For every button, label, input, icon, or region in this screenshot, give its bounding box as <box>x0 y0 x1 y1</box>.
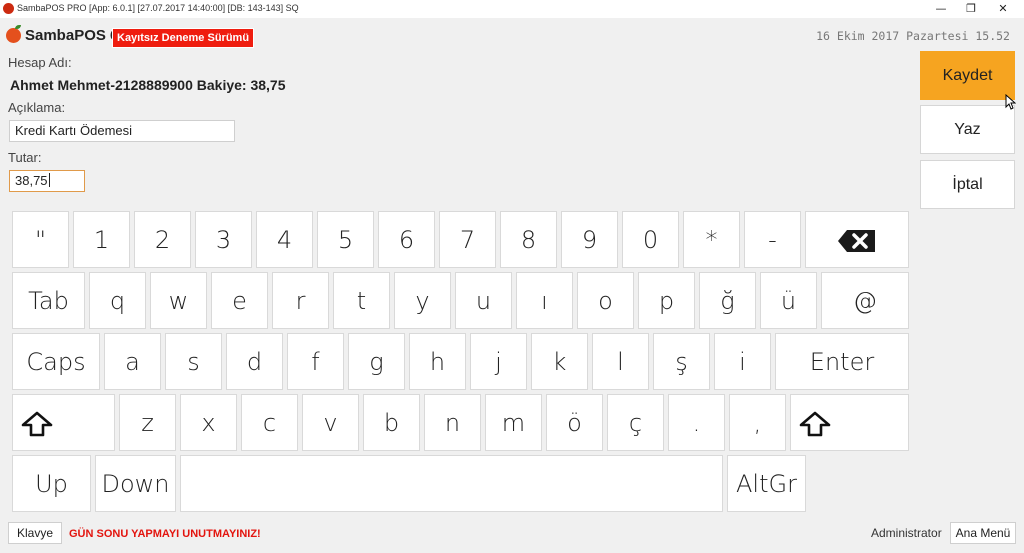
window-titlebar: SambaPOS PRO [App: 6.0.1] [27.07.2017 14… <box>0 0 1024 18</box>
key[interactable]: 7 <box>439 211 496 268</box>
print-button[interactable]: Yaz <box>920 105 1015 154</box>
key[interactable]: . <box>668 394 725 451</box>
key[interactable]: ç <box>607 394 664 451</box>
backspace-key[interactable] <box>805 211 909 268</box>
text-caret <box>48 173 50 187</box>
apple-icon <box>6 28 21 43</box>
close-button[interactable]: ✕ <box>988 0 1018 18</box>
amount-label: Tutar: <box>8 150 42 165</box>
key[interactable]: j <box>470 333 527 390</box>
trial-badge: Kayıtsız Deneme Sürümü <box>112 28 255 48</box>
key[interactable]: ğ <box>699 272 756 329</box>
key[interactable]: y <box>394 272 451 329</box>
key[interactable]: - <box>744 211 801 268</box>
key[interactable]: x <box>180 394 237 451</box>
key[interactable]: 3 <box>195 211 252 268</box>
key[interactable]: v <box>302 394 359 451</box>
restore-button[interactable]: ❐ <box>956 0 986 18</box>
key[interactable]: i <box>714 333 771 390</box>
end-of-day-warning: GÜN SONU YAPMAYI UNUTMAYINIZ! <box>69 528 261 540</box>
key[interactable]: ı <box>516 272 573 329</box>
key[interactable]: n <box>424 394 481 451</box>
save-button[interactable]: Kaydet <box>920 51 1015 100</box>
account-label: Hesap Adı: <box>8 55 72 70</box>
shift-icon <box>799 411 831 437</box>
description-label: Açıklama: <box>8 100 66 115</box>
left-shift-key[interactable] <box>12 394 115 451</box>
altgr-key[interactable]: AltGr <box>727 455 806 512</box>
key[interactable]: ü <box>760 272 817 329</box>
window-title: SambaPOS PRO [App: 6.0.1] [27.07.2017 14… <box>17 3 299 13</box>
key[interactable]: w <box>150 272 207 329</box>
key[interactable]: t <box>333 272 390 329</box>
backspace-icon <box>838 230 875 252</box>
space-key[interactable] <box>180 455 723 512</box>
main-menu-button[interactable]: Ana Menü <box>950 522 1016 544</box>
cancel-button[interactable]: İptal <box>920 160 1015 209</box>
shift-icon <box>21 411 53 437</box>
amount-field[interactable]: 38,75 <box>9 170 85 192</box>
key[interactable]: d <box>226 333 283 390</box>
key[interactable]: , <box>729 394 786 451</box>
key[interactable]: p <box>638 272 695 329</box>
tab-key[interactable]: Tab <box>12 272 85 329</box>
key[interactable]: 5 <box>317 211 374 268</box>
key[interactable]: " <box>12 211 69 268</box>
key[interactable]: k <box>531 333 588 390</box>
leaf-icon <box>15 25 21 29</box>
caps-lock-key[interactable]: Caps <box>12 333 100 390</box>
amount-value: 38,75 <box>15 173 48 188</box>
key[interactable]: 4 <box>256 211 313 268</box>
key[interactable]: ö <box>546 394 603 451</box>
key[interactable]: l <box>592 333 649 390</box>
key[interactable]: 6 <box>378 211 435 268</box>
key[interactable]: f <box>287 333 344 390</box>
key[interactable]: ş <box>653 333 710 390</box>
current-user: Administrator <box>871 526 942 540</box>
keyboard-toggle-button[interactable]: Klavye <box>8 522 62 544</box>
logo-text: SambaPOS 6 <box>25 27 119 44</box>
mouse-cursor-icon <box>1005 94 1016 110</box>
key[interactable]: * <box>683 211 740 268</box>
key[interactable]: b <box>363 394 420 451</box>
key[interactable]: o <box>577 272 634 329</box>
description-value: Kredi Kartı Ödemesi <box>15 123 133 138</box>
key[interactable]: q <box>89 272 146 329</box>
app-icon <box>3 3 14 14</box>
enter-key[interactable]: Enter <box>775 333 909 390</box>
key[interactable]: 8 <box>500 211 557 268</box>
key[interactable]: r <box>272 272 329 329</box>
down-key[interactable]: Down <box>95 455 176 512</box>
minimize-button[interactable]: — <box>926 0 956 18</box>
right-shift-key[interactable] <box>790 394 909 451</box>
up-key[interactable]: Up <box>12 455 91 512</box>
key[interactable]: 0 <box>622 211 679 268</box>
key[interactable]: a <box>104 333 161 390</box>
key[interactable]: 2 <box>134 211 191 268</box>
key[interactable]: z <box>119 394 176 451</box>
key[interactable]: h <box>409 333 466 390</box>
key[interactable]: s <box>165 333 222 390</box>
key[interactable]: 9 <box>561 211 618 268</box>
key[interactable]: m <box>485 394 542 451</box>
key[interactable]: c <box>241 394 298 451</box>
current-datetime: 16 Ekim 2017 Pazartesi 15.52 <box>816 29 1010 43</box>
key[interactable]: @ <box>821 272 909 329</box>
key[interactable]: g <box>348 333 405 390</box>
key[interactable]: 1 <box>73 211 130 268</box>
key[interactable]: u <box>455 272 512 329</box>
key[interactable]: e <box>211 272 268 329</box>
account-value: Ahmet Mehmet-2128889900 Bakiye: 38,75 <box>10 77 286 93</box>
description-field[interactable]: Kredi Kartı Ödemesi <box>9 120 235 142</box>
